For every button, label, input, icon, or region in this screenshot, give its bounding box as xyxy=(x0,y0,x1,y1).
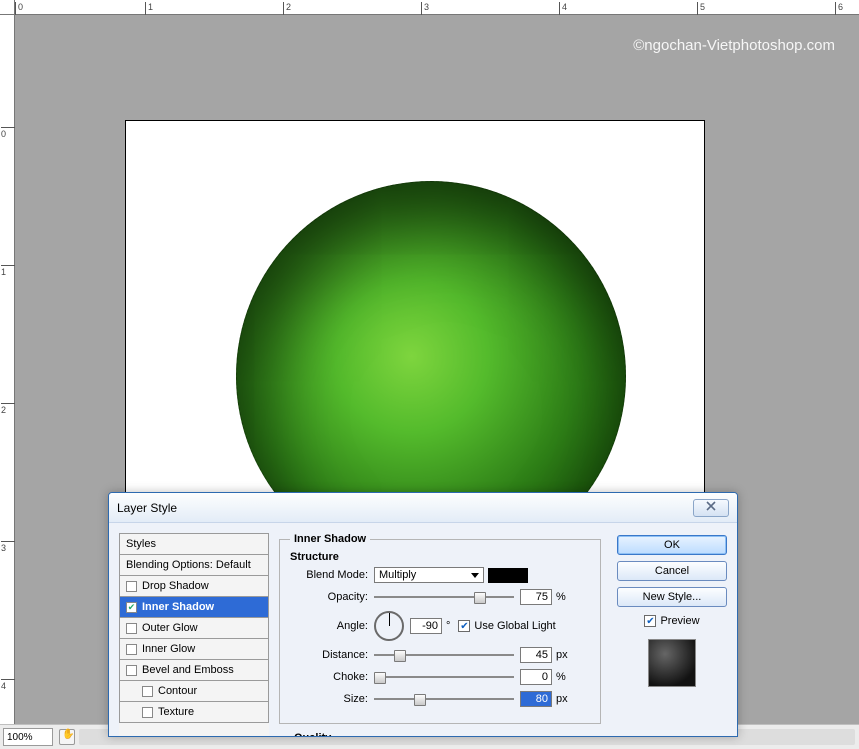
dialog-title: Layer Style xyxy=(117,501,177,515)
choke-input[interactable]: 0 xyxy=(520,669,552,685)
style-item-label: Contour xyxy=(158,685,197,697)
style-checkbox[interactable] xyxy=(126,623,137,634)
blend-mode-value: Multiply xyxy=(379,569,416,581)
blend-mode-dropdown[interactable]: Multiply xyxy=(374,567,484,583)
close-icon xyxy=(705,501,717,514)
ruler-v-tick: 4 xyxy=(1,679,15,691)
ruler-h-tick: 5 xyxy=(697,2,705,15)
watermark: ©ngochan-Vietphotoshop.com xyxy=(633,37,835,54)
ruler-v-tick: 0 xyxy=(1,127,15,139)
settings-panel: Inner Shadow Structure Blend Mode: Multi… xyxy=(279,533,607,736)
ruler-corner xyxy=(0,0,15,15)
quality-label: Quality xyxy=(290,732,335,737)
angle-row: Angle: -90 ° ✔ Use Global Light xyxy=(290,611,590,641)
ruler-h-tick: 4 xyxy=(559,2,567,15)
opacity-input[interactable]: 75 xyxy=(520,589,552,605)
angle-unit: ° xyxy=(446,620,450,632)
ruler-h-tick: 6 xyxy=(835,2,843,15)
choke-unit: % xyxy=(556,671,566,683)
ruler-horizontal: 0 1 2 3 4 5 6 xyxy=(15,0,859,15)
ruler-h-tick: 0 xyxy=(15,2,23,15)
close-button[interactable] xyxy=(693,499,729,517)
style-item-label: Bevel and Emboss xyxy=(142,664,234,676)
ruler-h-tick: 2 xyxy=(283,2,291,15)
preview-swatch xyxy=(648,639,696,687)
style-checkbox[interactable] xyxy=(142,707,153,718)
style-checkbox[interactable] xyxy=(142,686,153,697)
shadow-color-swatch[interactable] xyxy=(488,568,528,583)
blending-options-row[interactable]: Blending Options: Default xyxy=(119,555,269,576)
blending-options-label: Blending Options: Default xyxy=(126,559,251,571)
angle-label: Angle: xyxy=(290,620,368,632)
ruler-v-tick: 3 xyxy=(1,541,15,553)
style-item-label: Drop Shadow xyxy=(142,580,209,592)
panel-title: Inner Shadow xyxy=(290,533,370,545)
style-checkbox[interactable]: ✔ xyxy=(126,602,137,613)
chevron-down-icon xyxy=(471,573,479,578)
inner-shadow-fieldset: Inner Shadow Structure Blend Mode: Multi… xyxy=(279,533,601,724)
preview-checkbox[interactable]: ✔ xyxy=(644,615,656,627)
choke-slider[interactable] xyxy=(374,670,514,684)
use-global-light-label: Use Global Light xyxy=(474,620,555,632)
style-item-inner-glow[interactable]: Inner Glow xyxy=(119,639,269,660)
layer-style-dialog: Layer Style Styles Blending Options: Def… xyxy=(108,492,738,737)
distance-label: Distance: xyxy=(290,649,368,661)
style-list: Styles Blending Options: Default Drop Sh… xyxy=(119,533,269,736)
style-item-label: Texture xyxy=(158,706,194,718)
choke-label: Choke: xyxy=(290,671,368,683)
opacity-row: Opacity: 75 % xyxy=(290,589,590,605)
style-checkbox[interactable] xyxy=(126,665,137,676)
dialog-buttons: OK Cancel New Style... ✔ Preview xyxy=(617,533,727,736)
style-item-label: Inner Shadow xyxy=(142,601,214,613)
ruler-h-tick: 3 xyxy=(421,2,429,15)
opacity-slider[interactable] xyxy=(374,590,514,604)
structure-label: Structure xyxy=(290,551,590,563)
size-input[interactable]: 80 xyxy=(520,691,552,707)
style-item-bevel-and-emboss[interactable]: Bevel and Emboss xyxy=(119,660,269,681)
preview-label: Preview xyxy=(660,615,699,627)
ruler-v-tick: 2 xyxy=(1,403,15,415)
style-item-drop-shadow[interactable]: Drop Shadow xyxy=(119,576,269,597)
blend-mode-label: Blend Mode: xyxy=(290,569,368,581)
blend-mode-row: Blend Mode: Multiply xyxy=(290,567,590,583)
angle-dial[interactable] xyxy=(374,611,404,641)
style-item-inner-shadow[interactable]: ✔ Inner Shadow xyxy=(119,597,269,618)
style-item-texture[interactable]: Texture xyxy=(119,702,269,723)
opacity-unit: % xyxy=(556,591,566,603)
choke-row: Choke: 0 % xyxy=(290,669,590,685)
opacity-label: Opacity: xyxy=(290,591,368,603)
size-row: Size: 80 px xyxy=(290,691,590,707)
zoom-input[interactable]: 100% xyxy=(3,728,53,746)
cancel-button[interactable]: Cancel xyxy=(617,561,727,581)
hand-tool-icon[interactable] xyxy=(59,729,75,745)
style-item-label: Outer Glow xyxy=(142,622,198,634)
style-checkbox[interactable] xyxy=(126,581,137,592)
size-unit: px xyxy=(556,693,568,705)
ok-button[interactable]: OK xyxy=(617,535,727,555)
style-item-outer-glow[interactable]: Outer Glow xyxy=(119,618,269,639)
style-item-contour[interactable]: Contour xyxy=(119,681,269,702)
angle-input[interactable]: -90 xyxy=(410,618,442,634)
distance-slider[interactable] xyxy=(374,648,514,662)
distance-input[interactable]: 45 xyxy=(520,647,552,663)
distance-row: Distance: 45 px xyxy=(290,647,590,663)
quality-fieldset: Quality xyxy=(279,732,601,737)
size-slider[interactable] xyxy=(374,692,514,706)
ruler-v-tick: 1 xyxy=(1,265,15,277)
size-label: Size: xyxy=(290,693,368,705)
style-item-label: Inner Glow xyxy=(142,643,195,655)
preview-row: ✔ Preview xyxy=(617,615,727,627)
distance-unit: px xyxy=(556,649,568,661)
dialog-titlebar[interactable]: Layer Style xyxy=(109,493,737,523)
ruler-h-tick: 1 xyxy=(145,2,153,15)
styles-header[interactable]: Styles xyxy=(119,533,269,555)
ruler-vertical: 0 1 2 3 4 xyxy=(0,15,15,724)
new-style-button[interactable]: New Style... xyxy=(617,587,727,607)
use-global-light-checkbox[interactable]: ✔ xyxy=(458,620,470,632)
style-checkbox[interactable] xyxy=(126,644,137,655)
